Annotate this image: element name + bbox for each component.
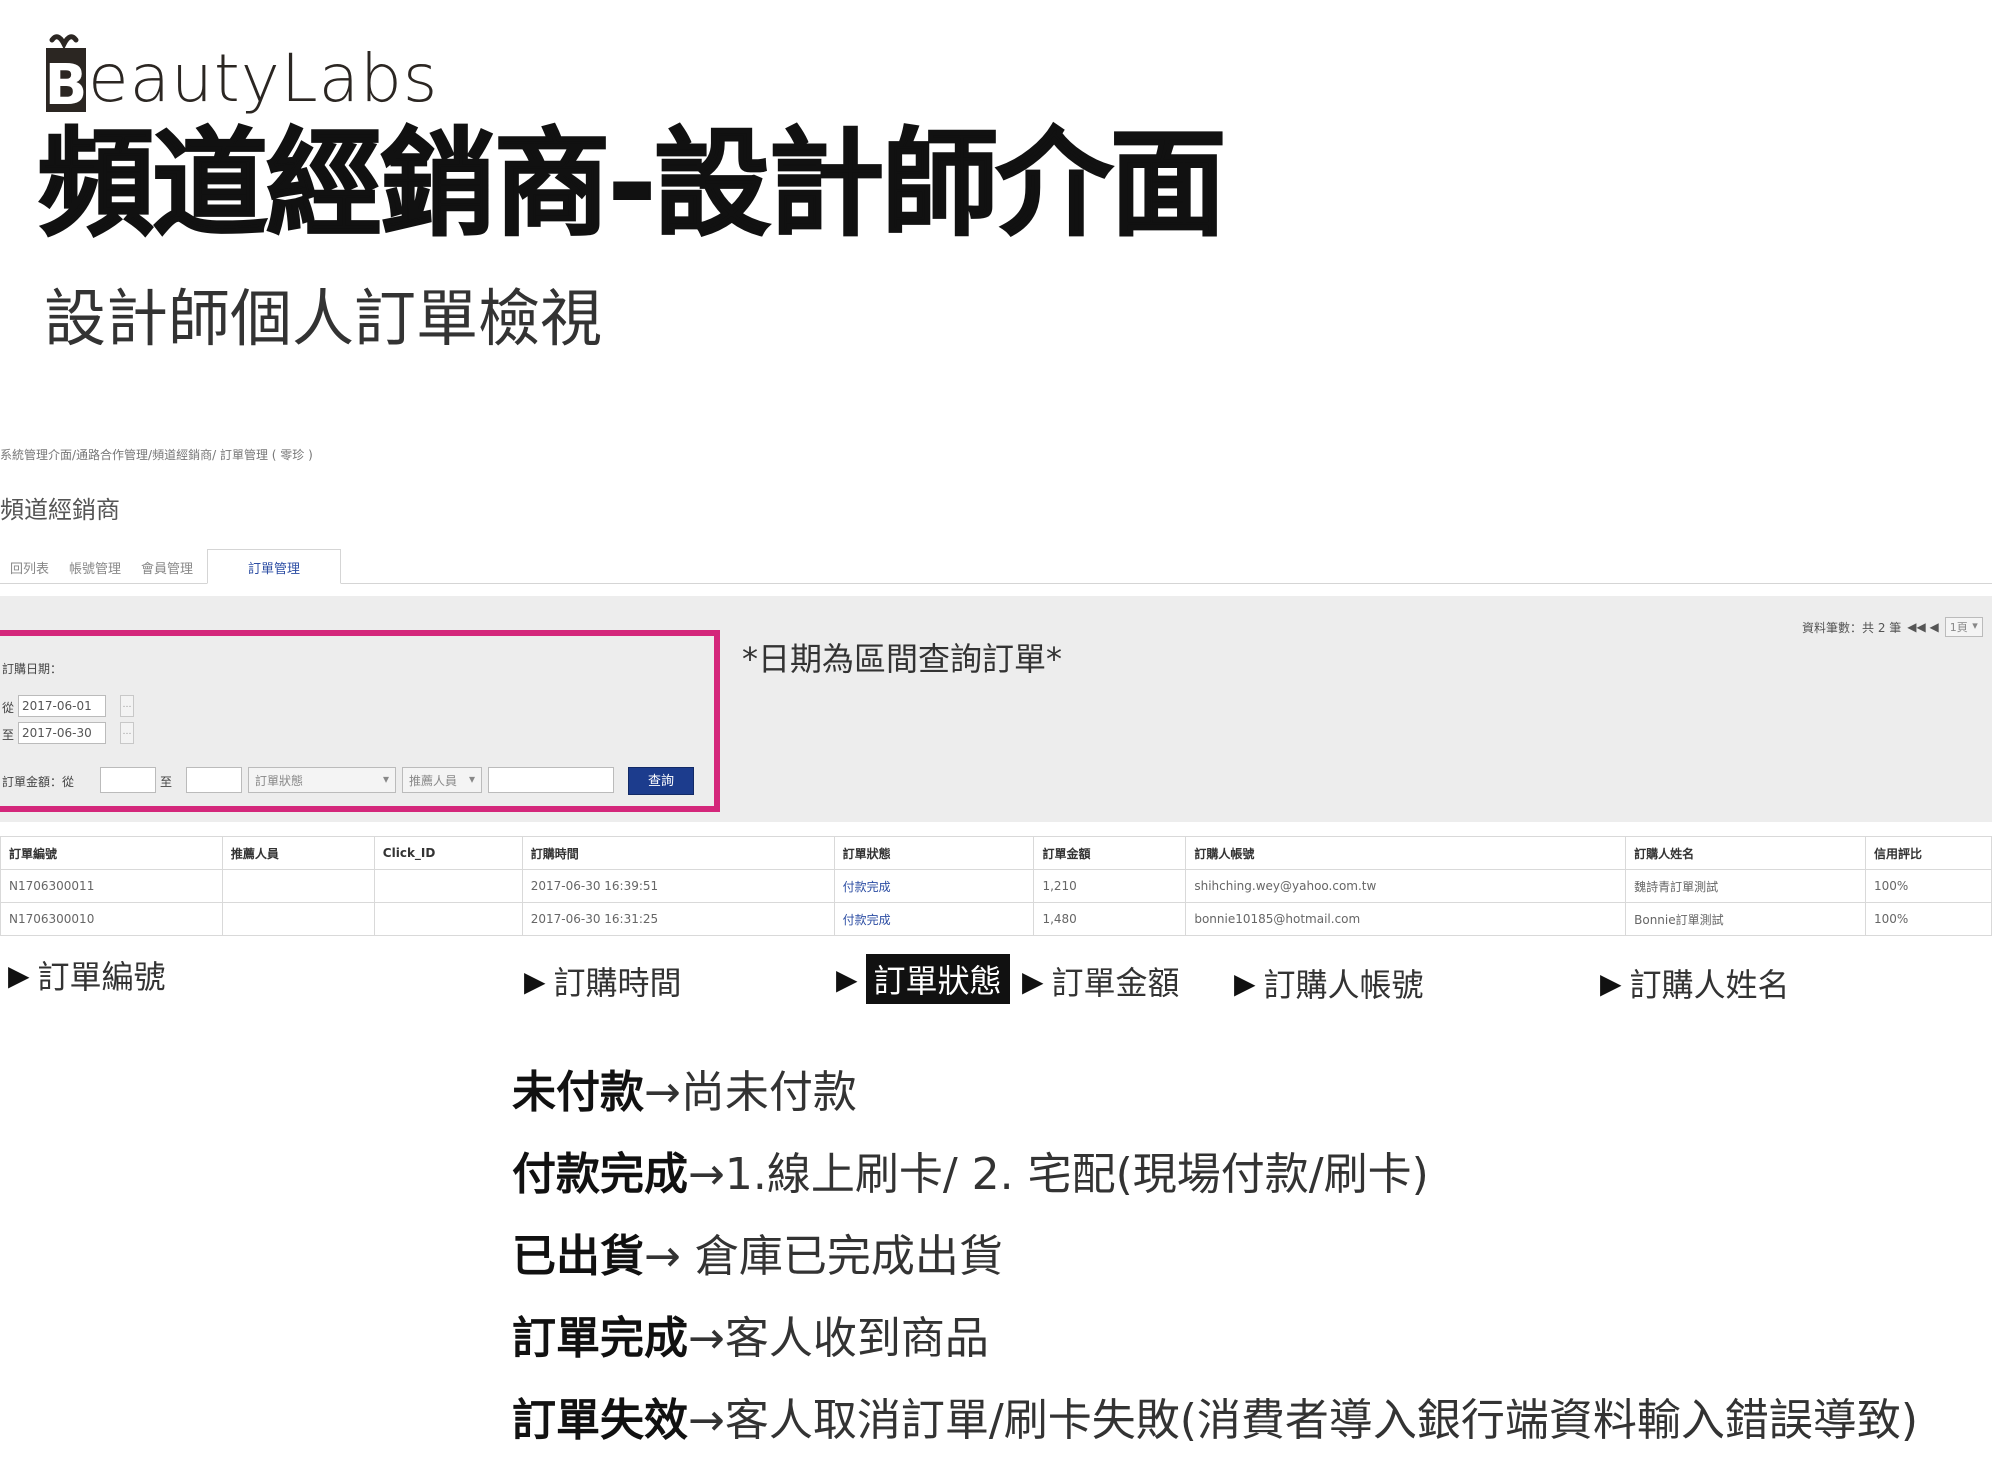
order-number: N1706300011 [0, 869, 223, 903]
table-header-row: 訂單編號 推薦人員 Click_ID 訂購時間 訂單狀態 訂單金額 訂購人帳號 … [0, 836, 1992, 870]
status-key: 未付款 [512, 1067, 644, 1118]
tab-bar: 回列表 帳號管理 會員管理 訂單管理 [0, 549, 1992, 584]
tab-back-to-list[interactable]: 回列表 [0, 558, 59, 583]
orders-table: 訂單編號 推薦人員 Click_ID 訂購時間 訂單狀態 訂單金額 訂購人帳號 … [0, 836, 1992, 936]
gift-bow-icon: B [44, 34, 88, 112]
triangle-right-icon: ▶ [1234, 966, 1256, 1000]
status-key: 訂單失效 [512, 1395, 688, 1446]
status-definition-failed: 訂單失效→客人取消訂單/刷卡失敗(消費者導入銀行端資料輸入錯誤導致) [512, 1380, 1918, 1462]
annotation-label: 訂購人姓名 [1629, 966, 1790, 1004]
arrow-right-icon: → [644, 1231, 681, 1282]
page-select-value: 1頁 [1949, 621, 1968, 634]
col-click-id[interactable]: Click_ID [373, 836, 523, 870]
tab-account-management[interactable]: 帳號管理 [59, 558, 131, 583]
page-nav-icon[interactable]: ◀◀ ◀ [1907, 620, 1939, 634]
buyer-name: Bonnie訂單測試 [1625, 902, 1866, 936]
col-buyer-name[interactable]: 訂購人姓名 [1625, 836, 1866, 870]
table-row[interactable]: N1706300010 2017-06-30 16:31:25 付款完成 1,4… [0, 902, 1992, 936]
credit-rating: 100% [1865, 869, 1992, 903]
status-key: 訂單完成 [512, 1313, 688, 1364]
buyer-account: bonnie10185@hotmail.com [1185, 902, 1627, 936]
annotation-label-highlighted: 訂單狀態 [865, 954, 1010, 1004]
triangle-right-icon: ▶ [8, 958, 30, 992]
logo-initial: B [45, 53, 88, 112]
order-status-link[interactable]: 付款完成 [833, 869, 1035, 903]
status-key: 付款完成 [512, 1149, 688, 1200]
col-referrer[interactable]: 推薦人員 [221, 836, 375, 870]
status-desc: 倉庫已完成出貨 [680, 1231, 1003, 1282]
chevron-down-icon: ▾ [1972, 619, 1978, 632]
annotation-order-amount: ▶ 訂單金額 [1022, 958, 1180, 1004]
triangle-right-icon: ▶ [836, 962, 858, 996]
status-definition-unpaid: 未付款→尚未付款 [512, 1052, 1918, 1134]
annotation-order-status: ▶ 訂單狀態 [836, 954, 1010, 1004]
status-desc: 尚未付款 [680, 1067, 857, 1118]
table-row[interactable]: N1706300011 2017-06-30 16:39:51 付款完成 1,2… [0, 869, 1992, 903]
annotation-label: 訂購人帳號 [1263, 966, 1424, 1004]
col-buyer-account[interactable]: 訂購人帳號 [1185, 836, 1627, 870]
status-definition-paid: 付款完成→1.線上刷卡/ 2. 宅配(現場付款/刷卡) [512, 1134, 1918, 1216]
date-range-note: *日期為區間查詢訂單* [742, 640, 1063, 678]
buyer-account: shihching.wey@yahoo.com.tw [1185, 869, 1627, 903]
annotation-order-time: ▶ 訂購時間 [524, 958, 682, 1004]
status-desc: 1.線上刷卡/ 2. 宅配(現場付款/刷卡) [724, 1149, 1429, 1200]
arrow-right-icon: → [688, 1395, 725, 1446]
click-id [373, 869, 523, 903]
annotation-label: 訂單編號 [37, 958, 166, 996]
order-amount: 1,210 [1033, 869, 1187, 903]
annotation-label: 訂單金額 [1051, 964, 1180, 1002]
click-id [373, 902, 523, 936]
order-status-link[interactable]: 付款完成 [833, 902, 1035, 936]
page-title: 頻道經銷商 [0, 496, 120, 524]
order-time: 2017-06-30 16:31:25 [521, 902, 835, 936]
status-definition-completed: 訂單完成→客人收到商品 [512, 1298, 1918, 1380]
annotation-buyer-name: ▶ 訂購人姓名 [1600, 960, 1790, 1006]
brand-logo: B eautyLabs [44, 22, 438, 112]
order-amount: 1,480 [1033, 902, 1187, 936]
status-desc: 客人收到商品 [724, 1313, 989, 1364]
pagination: 資料筆數：共 2 筆 ◀◀ ◀ 1頁 ▾ [1802, 617, 1983, 637]
status-definition-shipped: 已出貨→ 倉庫已完成出貨 [512, 1216, 1918, 1298]
tab-member-management[interactable]: 會員管理 [131, 558, 203, 583]
referrer [221, 869, 375, 903]
referrer [221, 902, 375, 936]
col-order-status[interactable]: 訂單狀態 [833, 836, 1035, 870]
arrow-right-icon: → [644, 1067, 681, 1118]
annotation-label: 訂購時間 [553, 964, 682, 1002]
status-key: 已出貨 [512, 1231, 644, 1282]
triangle-right-icon: ▶ [1600, 966, 1622, 1000]
status-definitions: 未付款→尚未付款 付款完成→1.線上刷卡/ 2. 宅配(現場付款/刷卡) 已出貨… [512, 1052, 1918, 1462]
triangle-right-icon: ▶ [1022, 964, 1044, 998]
slide-subtitle: 設計師個人訂單檢視 [44, 282, 603, 355]
arrow-right-icon: → [688, 1149, 725, 1200]
order-time: 2017-06-30 16:39:51 [521, 869, 835, 903]
tab-order-management[interactable]: 訂單管理 [207, 549, 342, 584]
breadcrumb[interactable]: 系統管理介面/通路合作管理/頻道經銷商/ 訂單管理 ( 零珍 ) [0, 446, 313, 463]
record-count: 資料筆數：共 2 筆 [1802, 620, 1902, 635]
credit-rating: 100% [1865, 902, 1992, 936]
order-number: N1706300010 [0, 902, 223, 936]
buyer-name: 魏詩青訂單測試 [1625, 869, 1866, 903]
triangle-right-icon: ▶ [524, 964, 546, 998]
col-credit-rating[interactable]: 信用評比 [1865, 836, 1992, 870]
logo-text: eautyLabs [88, 40, 439, 117]
annotation-buyer-account: ▶ 訂購人帳號 [1234, 960, 1424, 1006]
arrow-right-icon: → [688, 1313, 725, 1364]
status-desc: 客人取消訂單/刷卡失敗(消費者導入銀行端資料輸入錯誤導致) [724, 1395, 1919, 1446]
slide-title: 頻道經銷商-設計師介面 [37, 117, 1227, 252]
date-range-highlight [0, 630, 720, 812]
col-order-number[interactable]: 訂單編號 [0, 836, 223, 870]
page-select[interactable]: 1頁 ▾ [1944, 617, 1983, 637]
col-order-time[interactable]: 訂購時間 [521, 836, 835, 870]
col-order-amount[interactable]: 訂單金額 [1033, 836, 1187, 870]
annotation-order-number: ▶ 訂單編號 [8, 952, 166, 998]
